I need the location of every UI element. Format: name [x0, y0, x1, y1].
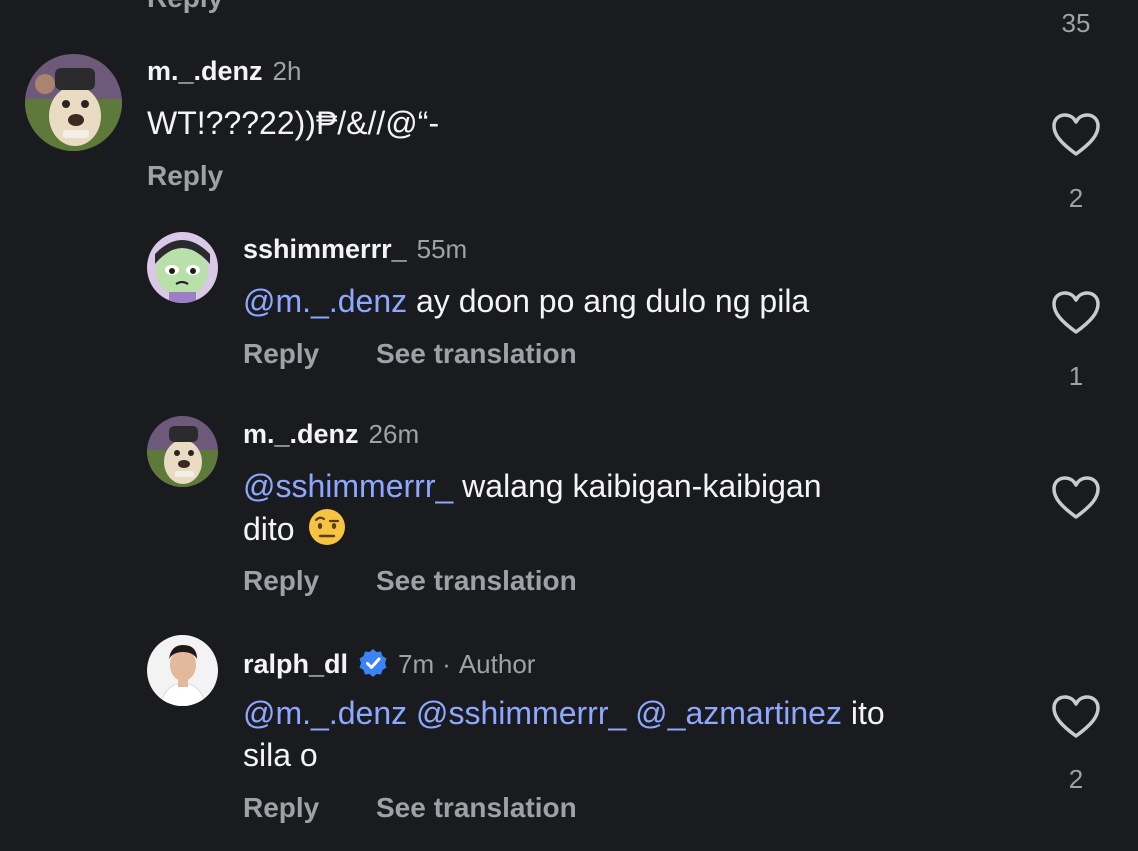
raised-eyebrow-emoji-icon — [309, 509, 346, 545]
heart-icon — [1052, 695, 1100, 738]
username[interactable]: ralph_dl — [243, 649, 348, 680]
avatar-image — [147, 232, 218, 303]
comment-header: ralph_dl 7m · Author — [243, 643, 535, 680]
comment-header: m._.denz 26m — [243, 419, 419, 450]
avatar[interactable] — [25, 54, 122, 151]
reply-comment: m._.denz 26m @sshimmerrr_ walang kaibiga… — [0, 405, 1138, 615]
comment-text: @sshimmerrr_ walang kaibigan-kaibigan di… — [243, 465, 822, 550]
heart-icon — [1052, 291, 1100, 334]
comment-body: ay doon po ang dulo ng pila — [407, 283, 810, 319]
reply-comment: sshimmerrr_ 55m @m._.denz ay doon po ang… — [0, 220, 1138, 400]
mention-link[interactable]: @_azmartinez — [635, 695, 842, 731]
avatar[interactable] — [147, 416, 218, 487]
avatar[interactable] — [147, 635, 218, 706]
timestamp: 55m — [416, 234, 468, 264]
avatar-image — [147, 416, 218, 487]
mention-link[interactable]: @sshimmerrr_ — [243, 468, 453, 504]
username[interactable]: m._.denz — [243, 419, 359, 450]
timestamp: 7m — [398, 649, 435, 679]
reply-comment: ralph_dl 7m · Author @m._.denz @sshimmer… — [0, 630, 1138, 851]
comment-text: @m._.denz @sshimmerrr_ @_azmartinez ito … — [243, 692, 885, 776]
comment-text: @m._.denz ay doon po ang dulo ng pila — [243, 280, 809, 322]
avatar[interactable] — [147, 232, 218, 303]
separator-dot: · — [442, 649, 451, 679]
mention-link[interactable]: @m._.denz — [243, 695, 407, 731]
avatar-image — [147, 635, 218, 706]
comment-body: dito — [243, 511, 304, 547]
like-count: 2 — [1068, 183, 1084, 213]
reply-button[interactable]: Reply — [243, 565, 319, 597]
see-translation-button[interactable]: See translation — [376, 565, 577, 597]
see-translation-button[interactable]: See translation — [376, 338, 577, 370]
reply-button[interactable]: Reply — [243, 792, 319, 824]
like-count: 1 — [1068, 361, 1084, 391]
reply-button[interactable]: Reply — [147, 160, 223, 192]
comment-text: WT!???22))₱/&//@“- — [147, 105, 440, 141]
comment: m._.denz 2h WT!???22))₱/&//@“- Reply 2 — [0, 0, 1138, 213]
comment-body: ito — [841, 695, 885, 731]
like-button[interactable] — [1051, 290, 1101, 341]
like-count: 2 — [1068, 764, 1084, 794]
comments-thread: Reply 35 m._.denz 2h WT!???22))₱/&//@“- … — [0, 0, 1138, 851]
comment-body: walang kaibigan-kaibigan — [453, 468, 822, 504]
verified-badge-icon — [359, 649, 387, 677]
like-button[interactable] — [1051, 694, 1101, 745]
timestamp: 26m — [368, 419, 420, 449]
heart-icon — [1052, 476, 1100, 519]
avatar-image — [25, 54, 122, 151]
like-button[interactable] — [1051, 475, 1101, 526]
mention-link[interactable]: @m._.denz — [243, 283, 407, 319]
reply-button[interactable]: Reply — [243, 338, 319, 370]
comment-header: sshimmerrr_ 55m — [243, 234, 467, 265]
username[interactable]: sshimmerrr_ — [243, 234, 407, 265]
comment-body: sila o — [243, 737, 318, 773]
heart-icon — [1052, 113, 1100, 156]
author-badge: Author — [458, 649, 536, 679]
username[interactable]: m._.denz — [147, 56, 263, 87]
timestamp: 2h — [272, 56, 302, 86]
comment-header: m._.denz 2h — [147, 56, 301, 87]
mention-link[interactable]: @sshimmerrr_ — [416, 695, 626, 731]
like-button[interactable] — [1051, 112, 1101, 163]
see-translation-button[interactable]: See translation — [376, 792, 577, 824]
